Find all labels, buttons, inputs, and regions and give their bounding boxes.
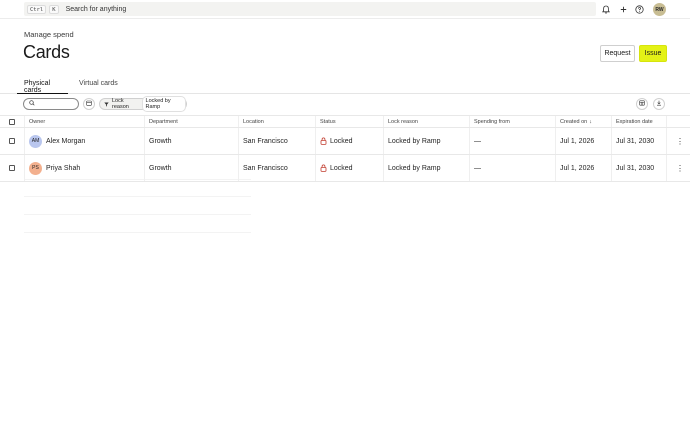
table-row[interactable]: AM Alex Morgan Growth San Francisco Lock… [0, 128, 690, 155]
col-spending-from[interactable]: Spending from [469, 116, 555, 127]
spending-from-cell: — [469, 128, 555, 154]
lock-icon [320, 164, 327, 172]
table-search-input[interactable] [23, 98, 79, 110]
filter-icon [104, 102, 109, 107]
chip-value[interactable]: Locked by Ramp [141, 96, 186, 112]
tab-virtual-cards[interactable]: Virtual cards [79, 80, 118, 94]
shortcut-ctrl-key: Ctrl [27, 4, 47, 14]
col-expiration-date[interactable]: Expiration date [611, 116, 666, 127]
location-cell: San Francisco [238, 128, 315, 154]
status-cell: Locked [315, 155, 383, 181]
lock-icon [320, 137, 327, 145]
row-checkbox[interactable] [9, 138, 15, 144]
shortcut-k-key: K [49, 4, 59, 14]
header-select-cell [5, 116, 23, 127]
sort-arrow-icon: ↓ [589, 118, 592, 125]
col-created-on[interactable]: Created on ↓ [555, 116, 611, 127]
created-on-cell: Jul 1, 2026 [555, 155, 611, 181]
global-search-placeholder: Search for anything [65, 5, 127, 13]
page-title: Cards [23, 42, 70, 62]
col-created-on-label: Created on [560, 118, 588, 125]
request-button[interactable]: Request [600, 45, 635, 62]
issue-button[interactable]: Issue [639, 45, 667, 62]
filter-bar: Lock reason Locked by Ramp [0, 95, 690, 114]
owner-name: Priya Shah [46, 164, 81, 172]
tab-bar: Physical cards Virtual cards [0, 76, 690, 94]
spending-from-cell: — [469, 155, 555, 181]
calendar-filter-button[interactable] [83, 98, 95, 110]
avatar: AM [29, 134, 42, 148]
row-actions-cell: ⋮ [666, 128, 690, 154]
col-actions [666, 116, 690, 127]
download-icon [656, 100, 662, 108]
row-select-cell [5, 155, 23, 181]
user-avatar[interactable]: RW [653, 3, 666, 16]
select-all-checkbox[interactable] [9, 118, 15, 125]
columns-button[interactable] [636, 98, 648, 110]
global-search[interactable]: Ctrl K Search for anything [24, 2, 596, 16]
row-actions-cell: ⋮ [666, 155, 690, 181]
chip-key-label: Lock reason [112, 98, 129, 110]
status-label: Locked [330, 137, 353, 145]
col-lock-reason[interactable]: Lock reason [383, 116, 469, 127]
owner-cell: AM Alex Morgan [24, 128, 144, 154]
location-cell: San Francisco [238, 155, 315, 181]
lock-reason-cell: Locked by Ramp [383, 128, 469, 154]
top-bar: Ctrl K Search for anything RW [0, 0, 690, 19]
status-label: Locked [330, 164, 353, 172]
help-icon[interactable] [634, 4, 644, 14]
breadcrumb[interactable]: Manage spend [24, 30, 74, 39]
cards-table: Owner Department Location Status Lock re… [0, 115, 690, 182]
expiration-cell: Jul 31, 2030 [611, 128, 666, 154]
department-cell: Growth [144, 155, 238, 181]
expiration-cell: Jul 31, 2030 [611, 155, 666, 181]
search-icon [29, 100, 35, 108]
chip-key: Lock reason [100, 98, 138, 110]
bell-icon[interactable] [601, 4, 611, 14]
col-department[interactable]: Department [144, 116, 238, 127]
owner-cell: PS Priya Shah [24, 155, 144, 181]
row-select-cell [5, 128, 23, 154]
download-button[interactable] [653, 98, 665, 110]
created-on-cell: Jul 1, 2026 [555, 128, 611, 154]
lock-reason-cell: Locked by Ramp [383, 155, 469, 181]
plus-icon[interactable] [618, 4, 628, 14]
col-owner[interactable]: Owner [24, 116, 144, 127]
row-checkbox[interactable] [9, 165, 15, 171]
col-location[interactable]: Location [238, 116, 315, 127]
lock-reason-filter-chip[interactable]: Lock reason Locked by Ramp [99, 96, 187, 112]
status-cell: Locked [315, 128, 383, 154]
columns-icon [639, 100, 645, 108]
department-cell: Growth [144, 128, 238, 154]
owner-name: Alex Morgan [46, 137, 86, 145]
more-actions-icon[interactable]: ⋮ [676, 137, 684, 146]
tab-physical-cards[interactable]: Physical cards [17, 80, 68, 94]
avatar: PS [29, 161, 42, 175]
more-actions-icon[interactable]: ⋮ [676, 164, 684, 173]
col-status[interactable]: Status [315, 116, 383, 127]
table-header: Owner Department Location Status Lock re… [0, 115, 690, 128]
table-row[interactable]: PS Priya Shah Growth San Francisco Locke… [0, 155, 690, 182]
calendar-icon [86, 100, 92, 108]
